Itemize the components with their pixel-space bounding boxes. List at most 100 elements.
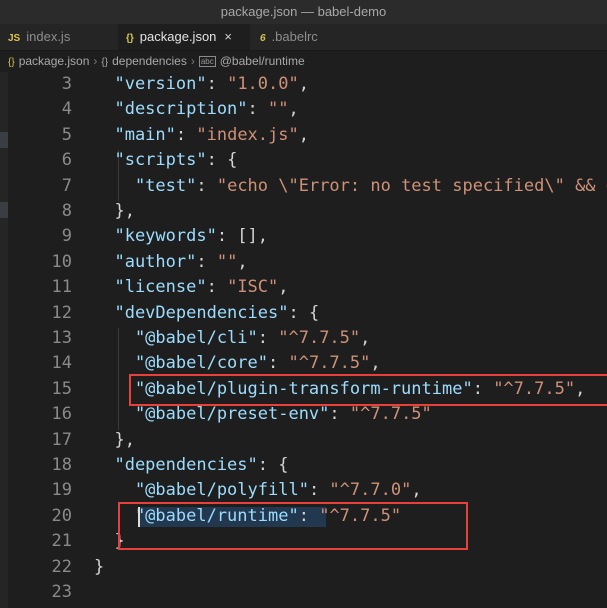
line-number: 6	[61, 150, 72, 171]
line-number: 18	[51, 455, 72, 475]
tab-index-js[interactable]: JS index.js	[0, 24, 118, 50]
code-line[interactable]: }	[94, 531, 125, 552]
json-punctuation: :	[298, 505, 320, 526]
code-line[interactable]: "description": "",	[94, 99, 299, 120]
json-punctuation: ,	[278, 277, 289, 298]
code-line[interactable]: "test": "echo \"Error: no test specified…	[94, 176, 607, 196]
line-number: 22	[51, 556, 72, 577]
json-string: "^7.7.5"	[349, 404, 432, 425]
json-key: "@babel/preset-env"	[94, 404, 330, 425]
json-string: "echo \"Error: no test specified\" && ex…	[216, 175, 607, 196]
tab-babelrc[interactable]: 6 .babelrc	[252, 24, 362, 50]
json-punctuation: :	[257, 328, 279, 348]
json-key: "license"	[94, 277, 207, 298]
javascript-file-icon: JS	[8, 33, 21, 44]
code-line[interactable]: "@babel/cli": "^7.7.5",	[94, 328, 370, 348]
code-line[interactable]: "main": "index.js",	[94, 125, 309, 145]
json-punctuation: ,	[411, 480, 422, 501]
line-number: 9	[61, 226, 72, 247]
json-string: "^7.7.5"	[319, 505, 402, 526]
code-line[interactable]: "license": "ISC",	[94, 277, 289, 298]
line-number: 8	[61, 201, 72, 221]
json-punctuation: :	[308, 480, 330, 501]
close-icon[interactable]: ×	[224, 29, 232, 44]
json-key: "version"	[94, 74, 207, 94]
json-string: "^7.7.0"	[329, 480, 412, 501]
code-line[interactable]: },	[94, 430, 134, 450]
line-number: 14	[51, 353, 72, 374]
json-punctuation: :	[206, 277, 228, 298]
code-line[interactable]: "@babel/plugin-transform-runtime": "^7.7…	[94, 379, 585, 399]
string-key-icon: abc	[198, 56, 216, 68]
json-punctuation: : {	[206, 150, 238, 171]
code-line[interactable]: }	[94, 557, 104, 577]
line-number: 15	[51, 378, 72, 399]
json-punctuation: :	[206, 74, 228, 94]
code-line[interactable]: "keywords": [],	[94, 226, 268, 246]
code-line[interactable]: "@babel/polyfill": "^7.7.0",	[94, 480, 422, 500]
json-key: "test"	[94, 175, 197, 196]
window-title: package.json — babel-demo	[0, 0, 607, 24]
json-punctuation: ,	[298, 124, 309, 145]
line-number: 3	[61, 74, 72, 94]
json-string: "^7.7.5"	[288, 353, 371, 374]
json-key: "devDependencies"	[94, 302, 289, 323]
breadcrumb-key[interactable]: @babel/runtime	[220, 54, 305, 68]
json-punctuation: :	[472, 378, 494, 399]
breadcrumb-file[interactable]: package.json	[19, 54, 90, 68]
json-key: "@babel/plugin-transform-runtime"	[94, 378, 473, 399]
text-cursor	[138, 506, 140, 527]
code-line[interactable]: },	[94, 201, 134, 221]
tab-label: package.json	[139, 29, 217, 44]
json-file-icon: {}	[126, 33, 134, 44]
code-line[interactable]: "version": "1.0.0",	[94, 74, 309, 94]
line-number: 10	[51, 251, 72, 272]
code-line[interactable]: "devDependencies": {	[94, 303, 319, 323]
json-punctuation: }	[94, 531, 125, 552]
json-string: "1.0.0"	[227, 74, 299, 94]
json-key: "description"	[94, 99, 248, 120]
line-number: 16	[51, 404, 72, 425]
json-string: "index.js"	[196, 124, 299, 145]
tab-package-json[interactable]: {} package.json ×	[118, 24, 250, 50]
line-number: 12	[51, 302, 72, 323]
tab-label: index.js	[26, 29, 71, 44]
line-number: 5	[61, 124, 72, 145]
json-string: "^7.7.5"	[493, 378, 576, 399]
json-string: ""	[216, 251, 238, 272]
json-punctuation: : [],	[216, 226, 269, 247]
json-key: "@babel/cli"	[94, 328, 258, 348]
json-punctuation: ,	[298, 74, 309, 94]
line-number: 13	[51, 328, 72, 348]
json-punctuation: ,	[288, 99, 299, 120]
json-punctuation: ,	[237, 251, 248, 272]
code-line[interactable]: "dependencies": {	[94, 455, 288, 475]
code-line[interactable]: "@babel/core": "^7.7.5",	[94, 353, 381, 373]
json-punctuation: ,	[370, 353, 381, 374]
json-key: "keywords"	[94, 226, 217, 247]
json-punctuation: : {	[288, 302, 320, 323]
json-string: "^7.7.5"	[278, 328, 361, 348]
json-punctuation: :	[175, 124, 197, 145]
code-editor[interactable]: 3 "version": "1.0.0", 4 "description": ""…	[0, 72, 607, 608]
json-punctuation: : {	[257, 455, 289, 475]
json-punctuation: :	[247, 99, 269, 120]
code-line[interactable]: "author": "",	[94, 251, 248, 272]
code-line[interactable]: "scripts": {	[94, 150, 237, 170]
chevron-right-icon: ›	[190, 54, 195, 68]
json-punctuation: :	[196, 175, 217, 196]
json-key: "main"	[94, 124, 176, 145]
breadcrumb: {} package.json ›{} dependencies › abc @babel/…	[0, 51, 607, 71]
code-line[interactable]: "@babel/runtime": "^7.7.5"	[94, 506, 401, 526]
tab-label: .babelrc	[271, 29, 318, 44]
json-punctuation: :	[268, 353, 289, 374]
json-punctuation: :	[196, 251, 217, 272]
breadcrumb-section[interactable]: dependencies	[112, 54, 187, 68]
json-punctuation: ,	[575, 378, 586, 399]
line-number: 11	[51, 277, 72, 298]
code-line[interactable]: "@babel/preset-env": "^7.7.5"	[94, 404, 432, 424]
json-key: "@babel/core"	[94, 353, 268, 374]
json-punctuation: :	[329, 404, 350, 425]
line-number: 17	[51, 429, 72, 450]
babel-file-icon: 6	[260, 33, 266, 44]
